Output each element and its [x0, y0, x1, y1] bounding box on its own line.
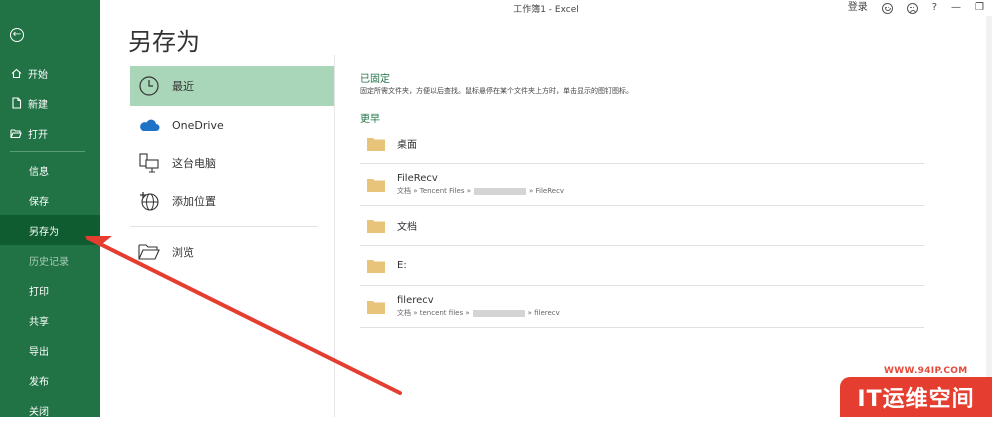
frown-feedback-icon[interactable]	[906, 2, 918, 14]
cloud-icon	[138, 114, 160, 136]
location-label: 浏览	[172, 246, 194, 259]
panel-divider	[334, 55, 335, 417]
globe-plus-icon	[138, 190, 160, 212]
sidebar-item-history: 历史记录	[29, 256, 69, 268]
folder-icon	[367, 137, 385, 151]
location-label: 最近	[172, 80, 194, 93]
home-icon	[10, 67, 22, 79]
vertical-scrollbar[interactable]	[986, 16, 992, 417]
locations-divider	[130, 226, 318, 227]
sidebar-item-label: 打开	[28, 129, 48, 141]
sidebar-item-new[interactable]: 新建	[0, 88, 100, 118]
folder-desktop[interactable]: 桌面	[360, 124, 924, 164]
folder-path-end: » FileRecv	[529, 187, 565, 195]
folder-name: E:	[397, 260, 407, 271]
sidebar-item-close[interactable]: 关闭	[0, 395, 100, 425]
folder-icon	[367, 219, 385, 233]
sidebar-item-open[interactable]: 打开	[0, 118, 100, 148]
computer-icon	[138, 152, 160, 174]
new-file-icon	[10, 97, 22, 109]
sidebar-item-save-as[interactable]: 另存为	[0, 215, 100, 245]
folder-drive-e[interactable]: E:	[360, 246, 924, 286]
folder-icon	[367, 300, 385, 314]
location-this-pc[interactable]: 这台电脑	[130, 144, 334, 182]
folder-icon	[367, 178, 385, 192]
signin-link[interactable]: 登录	[848, 1, 868, 15]
pinned-heading: 已固定	[360, 74, 390, 85]
sidebar-item-label: 新建	[28, 99, 48, 111]
title-bar: 工作簿1 - Excel 登录 ? — ❐	[100, 0, 992, 16]
sidebar-item-publish[interactable]: 发布	[0, 365, 100, 395]
folder-path-start: 文档 » Tencent Files »	[397, 187, 471, 195]
sidebar-item-save[interactable]: 保存	[0, 185, 100, 215]
recent-folder-list: 桌面 FileRecv 文档 » Tencent Files » » FileR…	[360, 124, 924, 328]
location-browse[interactable]: 浏览	[130, 233, 334, 271]
folder-icon	[367, 259, 385, 273]
folder-name: filerecv	[397, 295, 434, 306]
sidebar-item-label: 开始	[28, 69, 48, 81]
clock-icon	[138, 75, 160, 97]
sidebar-item-share[interactable]: 共享	[0, 305, 100, 335]
sidebar-divider	[10, 151, 85, 152]
sidebar-item-info[interactable]: 信息	[0, 155, 100, 185]
backstage-sidebar: ← 开始 新建 打开 信息 保存 另存为 历史记录 打印 共享 导出 发布 关闭	[0, 0, 100, 418]
folder-documents[interactable]: 文档	[360, 206, 924, 246]
folder-name: 桌面	[397, 140, 417, 151]
back-arrow-icon[interactable]: ←	[10, 28, 24, 42]
sidebar-item-export[interactable]: 导出	[0, 335, 100, 365]
folder-path-end: » filerecv	[527, 309, 560, 317]
window-controls: 登录 ? — ❐	[848, 0, 984, 16]
watermark-url: WWW.94IP.COM	[884, 366, 968, 376]
sidebar-item-print[interactable]: 打印	[0, 275, 100, 305]
minimize-icon[interactable]: —	[951, 1, 961, 15]
location-label: 这台电脑	[172, 157, 216, 170]
folder-filerecv-lower[interactable]: filerecv 文档 » tencent files » » filerecv	[360, 286, 924, 328]
sidebar-item-home[interactable]: 开始	[0, 58, 100, 88]
folder-path: 文档 » Tencent Files » » FileRecv	[397, 186, 564, 196]
location-label: 添加位置	[172, 195, 216, 208]
location-recent[interactable]: 最近	[130, 66, 334, 106]
folder-filerecv[interactable]: FileRecv 文档 » Tencent Files » » FileRecv	[360, 164, 924, 206]
folder-path: 文档 » tencent files » » filerecv	[397, 308, 560, 318]
sidebar-bottom-nav: 信息 保存 另存为 历史记录 打印 共享 导出 发布 关闭	[0, 155, 100, 425]
folder-name: 文档	[397, 222, 417, 233]
smile-feedback-icon[interactable]	[881, 2, 893, 14]
help-icon[interactable]: ?	[932, 1, 937, 15]
folder-open-icon	[138, 241, 160, 263]
sidebar-top-nav: 开始 新建 打开	[0, 58, 100, 148]
location-onedrive[interactable]: OneDrive	[130, 106, 334, 144]
save-locations: 最近 OneDrive 这台电脑 添加位置 浏览	[130, 66, 334, 271]
folder-path-start: 文档 » tencent files »	[397, 309, 470, 317]
location-label: OneDrive	[172, 118, 224, 132]
restore-icon[interactable]: ❐	[975, 1, 984, 15]
page-title: 另存为	[128, 28, 200, 56]
pinned-description: 固定所需文件夹，方便以后查找。鼠标悬停在某个文件夹上方时，单击显示的图钉图标。	[360, 87, 633, 95]
redacted-segment	[474, 187, 526, 195]
folder-name: FileRecv	[397, 173, 438, 184]
older-heading: 更早	[360, 114, 380, 125]
location-add-place[interactable]: 添加位置	[130, 182, 334, 220]
open-folder-icon	[10, 127, 22, 139]
redacted-segment	[472, 309, 525, 317]
watermark-brand: IT运维空间	[840, 377, 992, 417]
